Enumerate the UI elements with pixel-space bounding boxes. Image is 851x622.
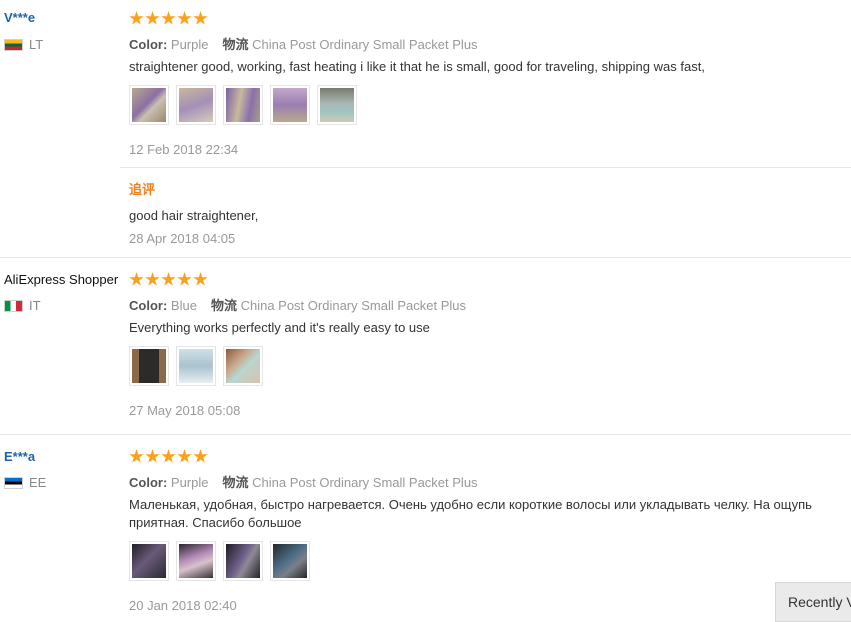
review-photos bbox=[129, 346, 263, 386]
review-text: Everything works perfectly and it's real… bbox=[129, 320, 430, 335]
star-icon bbox=[145, 449, 160, 463]
review-photo[interactable] bbox=[176, 346, 216, 386]
review-photo[interactable] bbox=[129, 541, 169, 581]
review-date: 12 Feb 2018 22:34 bbox=[129, 142, 239, 157]
order-info: Color: Blue 物流 China Post Ordinary Small … bbox=[129, 295, 466, 314]
review-text: straightener good, working, fast heating… bbox=[129, 59, 705, 74]
recently-viewed-button[interactable]: Recently V bbox=[775, 582, 851, 622]
recently-viewed-label: Recently V bbox=[788, 594, 851, 610]
star-icon bbox=[193, 11, 208, 25]
review-photo[interactable] bbox=[129, 346, 169, 386]
review-photo[interactable] bbox=[270, 85, 310, 125]
color-value: Purple bbox=[170, 475, 209, 490]
star-icon bbox=[161, 272, 176, 286]
country-code: EE bbox=[29, 475, 47, 490]
shipping-label: 物流 bbox=[210, 298, 237, 313]
review-photo[interactable] bbox=[223, 541, 263, 581]
reviewer-name[interactable]: E***a bbox=[4, 449, 35, 464]
color-label: Color: bbox=[129, 37, 168, 52]
shipping-value: China Post Ordinary Small Packet Plus bbox=[252, 475, 478, 490]
reviewer-country: EE bbox=[4, 475, 46, 490]
order-info: Color: Purple 物流 China Post Ordinary Smal… bbox=[129, 34, 478, 53]
reviewer-country: IT bbox=[4, 298, 41, 313]
followup-date: 28 Apr 2018 04:05 bbox=[129, 231, 236, 246]
review-photo[interactable] bbox=[270, 541, 310, 581]
flag-ee-icon bbox=[4, 476, 23, 489]
color-value: Blue bbox=[170, 298, 197, 313]
star-icon bbox=[129, 449, 144, 463]
star-icon bbox=[129, 11, 144, 25]
followup-label: 追评 bbox=[129, 182, 156, 197]
star-icon bbox=[145, 272, 160, 286]
country-code: IT bbox=[29, 298, 41, 313]
star-icon bbox=[177, 11, 192, 25]
star-icon bbox=[193, 272, 208, 286]
reviewer-name: AliExpress Shopper bbox=[4, 272, 119, 287]
followup-divider bbox=[120, 167, 851, 168]
star-icon bbox=[145, 11, 160, 25]
star-icon bbox=[161, 449, 176, 463]
shipping-value: China Post Ordinary Small Packet Plus bbox=[252, 37, 478, 52]
reviewer-name[interactable]: V***e bbox=[4, 10, 35, 25]
shipping-label: 物流 bbox=[222, 475, 249, 490]
review-text: Маленькая, удобная, быстро нагревается. … bbox=[129, 497, 812, 530]
review-photo[interactable] bbox=[176, 85, 216, 125]
review-photos bbox=[129, 541, 310, 581]
order-info: Color: Purple 物流 China Post Ordinary Smal… bbox=[129, 472, 478, 491]
color-label: Color: bbox=[129, 475, 168, 490]
rating-stars bbox=[129, 11, 208, 26]
flag-lt-icon bbox=[4, 38, 23, 51]
review-divider bbox=[0, 257, 851, 258]
review-divider bbox=[0, 434, 851, 435]
review-date: 20 Jan 2018 02:40 bbox=[129, 598, 237, 613]
flag-it-icon bbox=[4, 299, 23, 312]
reviewer-country: LT bbox=[4, 37, 43, 52]
followup-text: good hair straightener, bbox=[129, 208, 259, 223]
shipping-label: 物流 bbox=[222, 37, 249, 52]
review-photos bbox=[129, 85, 357, 125]
review-photo[interactable] bbox=[176, 541, 216, 581]
shipping-value: China Post Ordinary Small Packet Plus bbox=[240, 298, 467, 313]
star-icon bbox=[177, 449, 192, 463]
star-icon bbox=[177, 272, 192, 286]
color-value: Purple bbox=[170, 37, 209, 52]
review-photo[interactable] bbox=[223, 85, 263, 125]
review-photo[interactable] bbox=[317, 85, 357, 125]
rating-stars bbox=[129, 449, 208, 464]
country-code: LT bbox=[29, 37, 44, 52]
color-label: Color: bbox=[129, 298, 168, 313]
review-photo[interactable] bbox=[223, 346, 263, 386]
rating-stars bbox=[129, 272, 208, 287]
star-icon bbox=[161, 11, 176, 25]
star-icon bbox=[129, 272, 144, 286]
star-icon bbox=[193, 449, 208, 463]
review-photo[interactable] bbox=[129, 85, 169, 125]
review-date: 27 May 2018 05:08 bbox=[129, 403, 241, 418]
